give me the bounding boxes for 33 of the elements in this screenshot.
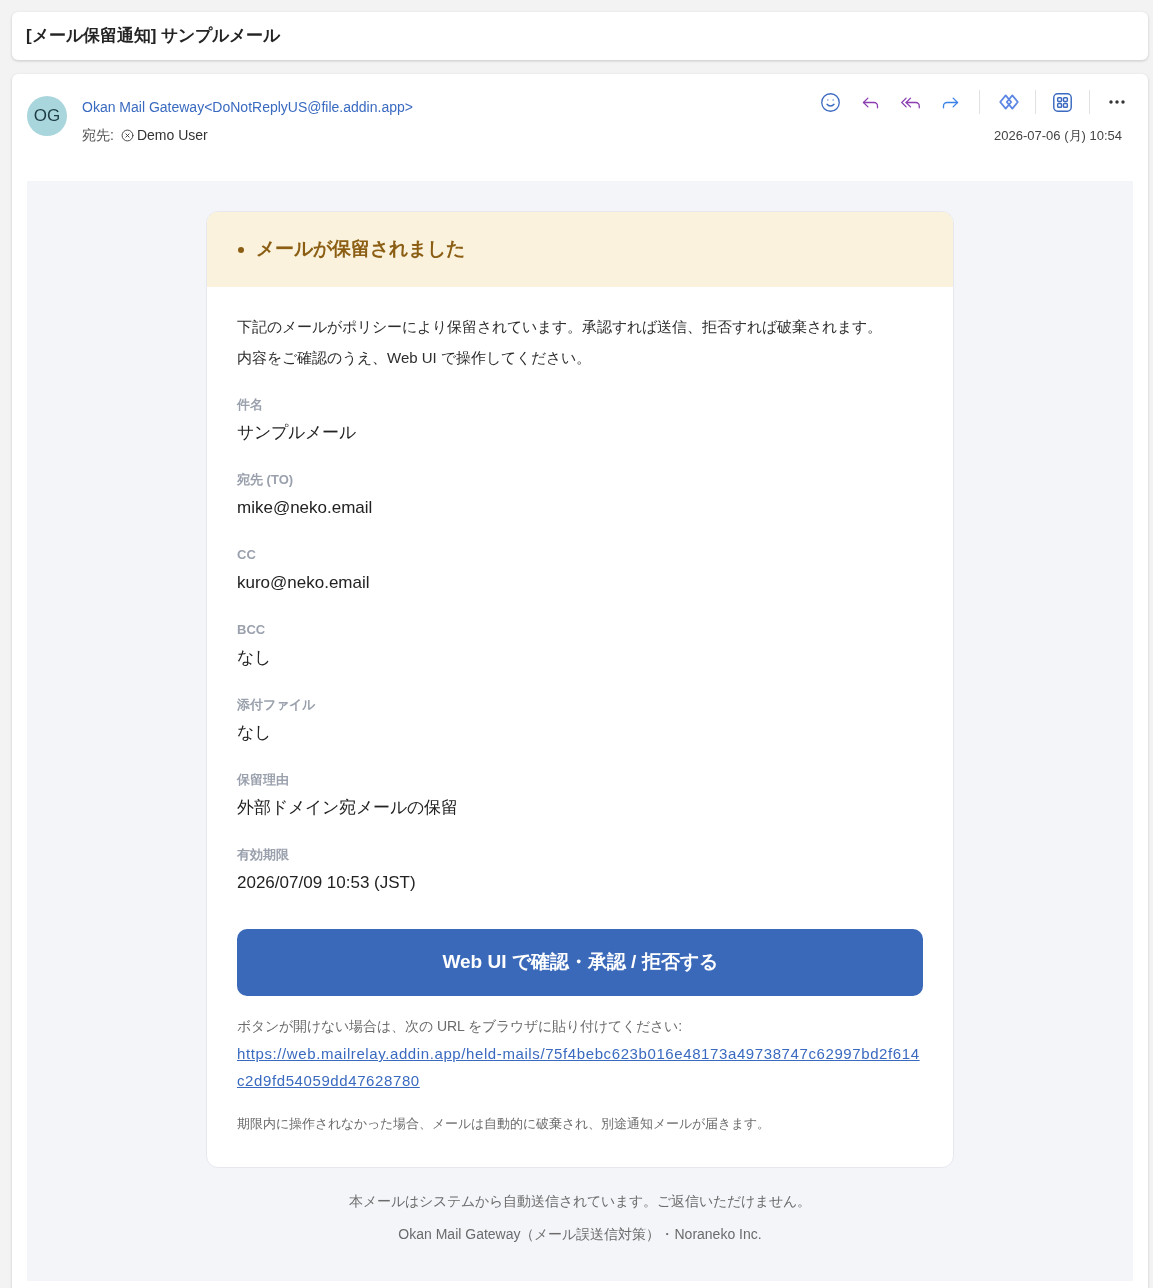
fallback-text: ボタンが開けない場合は、次の URL をブラウザに貼り付けてください: — [237, 1017, 684, 1036]
field-label: 有効期限 — [237, 846, 290, 864]
circled-x-icon — [120, 128, 134, 142]
field-value: なし — [237, 647, 272, 669]
field-value: kuro@neko.email — [237, 572, 371, 594]
web-ui-button[interactable]: Web UI で確認・承認 / 拒否する — [237, 929, 923, 996]
field-label: 宛先 (TO) — [237, 471, 295, 489]
field-label: 保留理由 — [237, 771, 290, 789]
field-label: 件名 — [237, 396, 264, 414]
grid-icon — [1052, 92, 1072, 112]
field-value: 2026/07/09 10:53 (JST) — [237, 872, 417, 894]
field-value: 外部ドメイン宛メールの保留 — [237, 797, 459, 819]
field-value: サンプルメール — [237, 422, 357, 444]
notice-title: メールが保留されました — [256, 237, 465, 262]
overlapping-diamonds-icon — [998, 94, 1020, 110]
smiley-icon — [819, 91, 841, 113]
more-icon — [1109, 100, 1125, 104]
field-value: mike@neko.email — [237, 497, 374, 519]
footer-text: Okan Mail Gateway（メール誤送信対策）・Noraneko Inc. — [398, 1225, 762, 1244]
message-date: 2026-07-06 (月) 10:54 — [994, 127, 1122, 145]
field-label: CC — [237, 546, 257, 564]
recipient-name[interactable]: Demo User — [136, 125, 208, 145]
recipients-label: 宛先: — [82, 126, 114, 145]
field-label: BCC — [237, 621, 267, 639]
field-value: なし — [237, 722, 272, 744]
field-label: 添付ファイル — [237, 696, 316, 714]
sender-name[interactable]: Okan Mail Gateway<DoNotReplyUS@file.addin.app> — [82, 97, 413, 117]
sender-avatar: OG — [27, 96, 67, 136]
email-subject: [メール保留通知] サンプルメール — [26, 25, 281, 48]
web-ui-link[interactable]: https://web.mailrelay.addin.app/held-mails/75f4bebc623b016e48173a49738747c62997bd2f614c2d9fd54059dd47628780 — [237, 1040, 923, 1094]
intro-paragraph: 下記のメールがポリシーにより保留されています。承認すれば送信、拒否すれば破棄されます。内容をご確認のうえ、Web UI で操作してください。 — [237, 317, 883, 368]
expiry-note: 期限内に操作されなかった場合、メールは自動的に破棄され、別途通知メールが届きます。 — [237, 1115, 771, 1133]
footer-text: 本メールはシステムから自動送信されています。ご返信いただけません。 — [349, 1192, 811, 1211]
